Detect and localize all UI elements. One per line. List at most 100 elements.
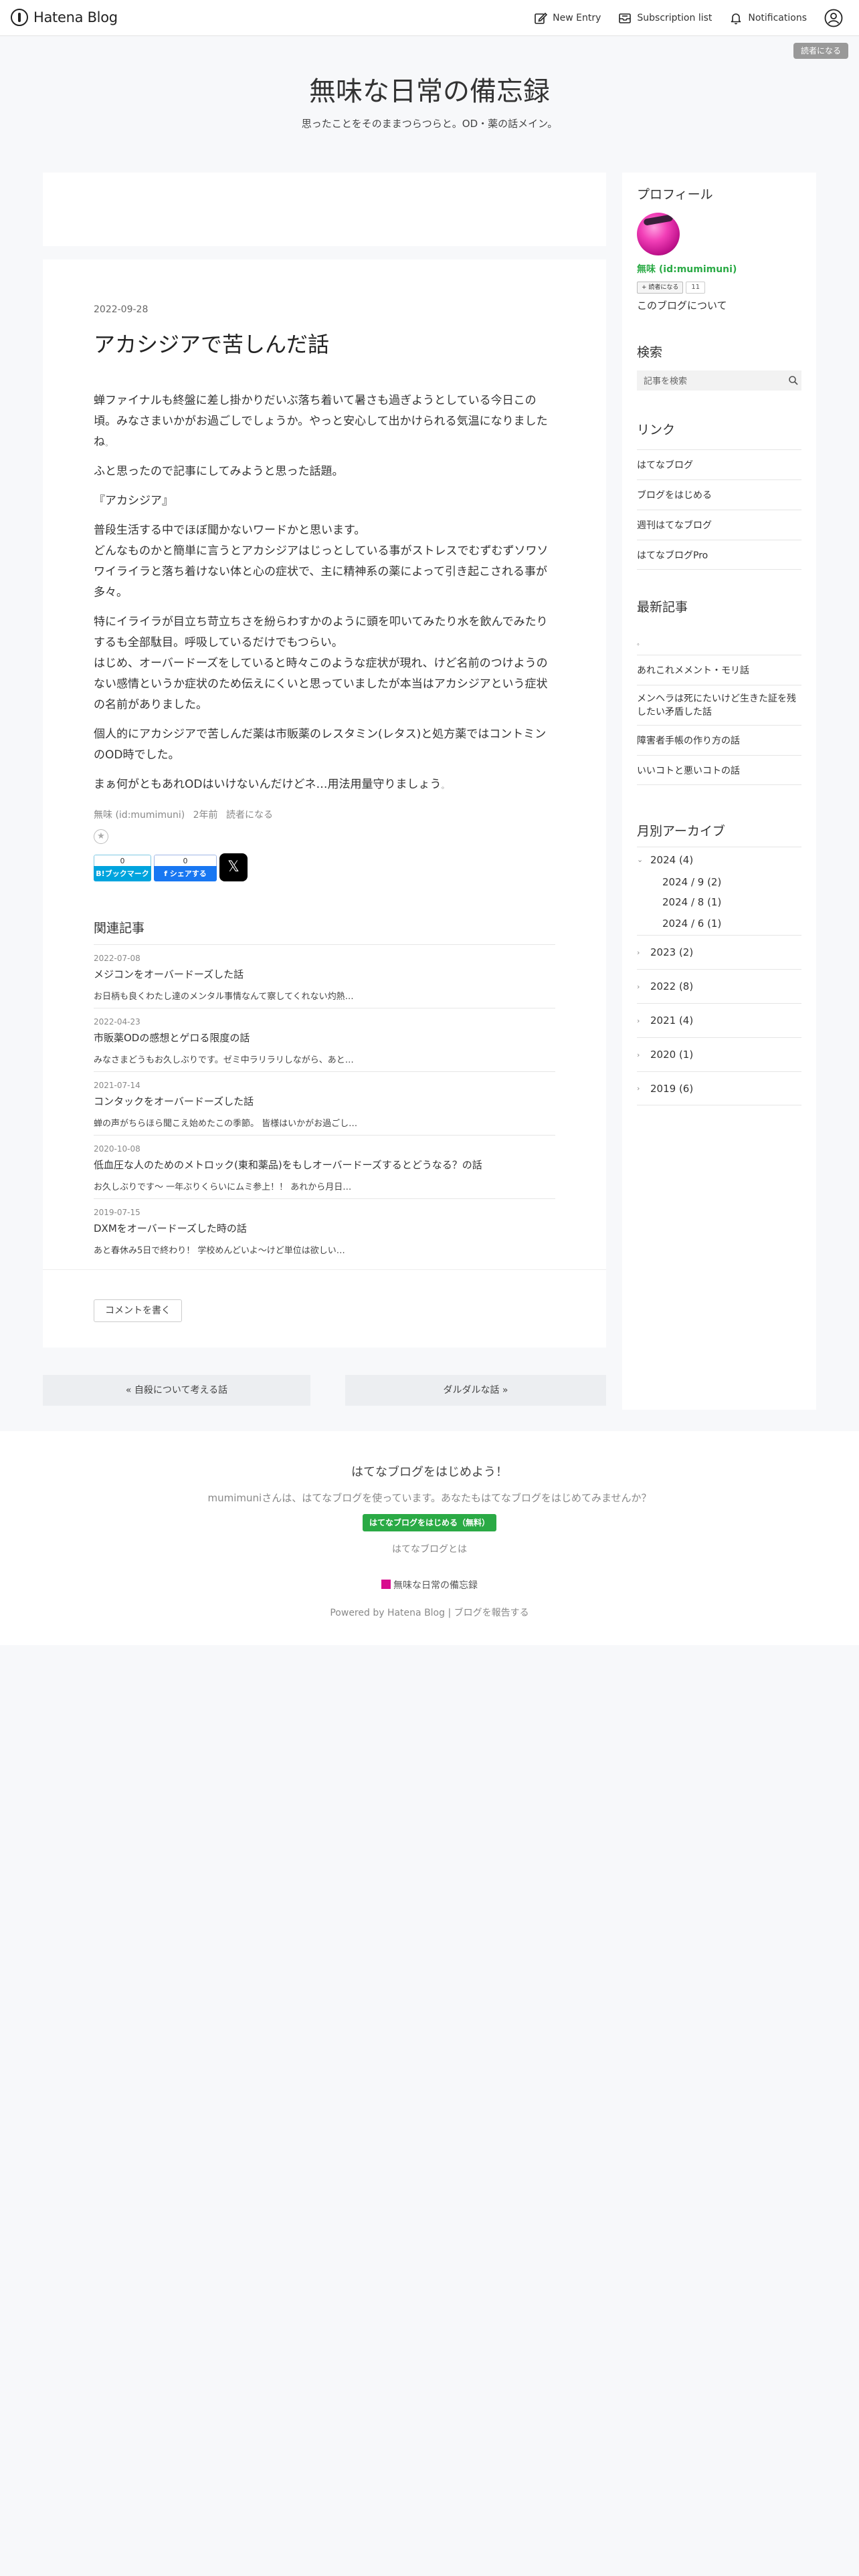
search-input[interactable] — [642, 374, 779, 389]
footer-blog-link[interactable]: 無味な日常の備忘録 — [0, 1578, 859, 1592]
archive-list: ⌄ 2024 (4) 2024 / 9 (2) 2024 / 8 (1) 202… — [637, 847, 801, 1105]
sidebar: プロフィール 無味 (id:mumimuni) + 読者になる 11 このブログ… — [622, 173, 816, 1410]
related-entry-title[interactable]: コンタックをオーバードーズした話 — [94, 1094, 555, 1108]
chevron-right-icon: › — [637, 1050, 640, 1059]
entry-title[interactable]: アカシジアで苦しんだ話 — [94, 328, 329, 358]
related-entry[interactable]: 2022-04-23 市販薬ODの感想とゲロる限度の話 みなさまどうもお久しぶり… — [94, 1008, 555, 1071]
x-share-icon[interactable]: 𝕏 — [219, 853, 248, 881]
footer: はてなブログをはじめよう！ mumimuniさんは、はてなブログを使っています。… — [0, 1431, 859, 1645]
links-list: はてなブログ ブログをはじめる 週刊はてなブログ はてなブログPro — [637, 449, 801, 570]
entry-body: 蝉ファイナルも終盤に差し掛かりだいぶ落ち着いて暑さも過ぎようとしている今日この頃… — [94, 391, 553, 804]
facebook-share-label: f シェアする — [154, 866, 217, 881]
hatena-blog-logo[interactable]: Hatena Blog — [11, 9, 118, 26]
link-item[interactable]: はてなブログPro — [637, 540, 801, 570]
hatena-bookmark-button[interactable]: 0 B!ブックマーク — [94, 855, 151, 881]
link-item[interactable]: 週刊はてなブログ — [637, 510, 801, 540]
related-entry-title[interactable]: メジコンをオーバードーズした話 — [94, 967, 555, 981]
related-entry-date: 2021-07-14 — [94, 1081, 140, 1090]
facebook-share-button[interactable]: 0 f シェアする — [154, 855, 217, 881]
entry-paragraph: 個人的にアカシジアで苦しんだ薬は市販薬のレスタミン(レタス)と処方薬ではコントミ… — [94, 728, 547, 762]
profile-name[interactable]: 無味 (id:mumimuni) — [637, 262, 737, 276]
archive-year[interactable]: › 2019 (6) — [637, 1071, 801, 1105]
recent-entry-item[interactable]: あれこれメメント・モリ話 — [637, 655, 801, 685]
new-entry-link[interactable]: New Entry — [534, 11, 601, 25]
entry-reader-link[interactable]: 読者になる — [226, 810, 273, 821]
entry-date[interactable]: 2022-09-28 — [94, 304, 148, 315]
about-hatena-blog-link[interactable]: はてなブログとは — [0, 1542, 859, 1555]
chevron-right-icon: › — [637, 1016, 640, 1025]
related-entry-title[interactable]: DXMをオーバードーズした時の話 — [94, 1221, 555, 1235]
write-comment-button[interactable]: コメントを書く — [94, 1299, 182, 1322]
related-entry-snippet: 蝉の声がちらほら聞こえ始めたこの季節。 皆様はいかがお過ごし… — [94, 1119, 358, 1129]
related-entry[interactable]: 2019-07-15 DXMをオーバードーズした時の話 あと春休み5日で終わり！… — [94, 1198, 555, 1262]
related-entry-title[interactable]: 市販薬ODの感想とゲロる限度の話 — [94, 1031, 555, 1045]
archive-year-label: 2020 (1) — [650, 1049, 694, 1061]
archive-month[interactable]: 2024 / 6 (1) — [637, 912, 801, 935]
related-entry-date: 2022-07-08 — [94, 954, 140, 963]
archive-year-open[interactable]: ⌄ 2024 (4) — [637, 847, 801, 872]
reader-widget: + 読者になる 11 — [637, 282, 706, 294]
related-entry[interactable]: 2021-07-14 コンタックをオーバードーズした話 蝉の声がちらほら聞こえ始… — [94, 1071, 555, 1135]
powered-by-text[interactable]: Powered by Hatena Blog | ブログを報告する — [0, 1606, 859, 1619]
entry-footer-meta: 無味 (id:mumimuni) 2年前 読者になる — [94, 808, 278, 821]
archive-year[interactable]: › 2022 (8) — [637, 969, 801, 1003]
about-blog-link[interactable]: このブログについて — [637, 298, 727, 312]
blog-title[interactable]: 無味な日常の備忘録 — [0, 70, 859, 108]
related-entry-title[interactable]: 低血圧な人のためのメトロック(東和薬品)をもしオーバードーズするとどうなる？の話 — [94, 1158, 555, 1172]
entry-author[interactable]: 無味 (id:mumimuni) — [94, 810, 185, 821]
archive-year[interactable]: › 2020 (1) — [637, 1037, 801, 1071]
related-entry[interactable]: 2022-07-08 メジコンをオーバードーズした話 お日柄も良くわたし達のメン… — [94, 944, 555, 1008]
recent-entry-item[interactable]: 𓈒 — [637, 625, 801, 655]
recent-list: 𓈒 あれこれメメント・モリ話 メンヘラは死にたいけど生きた証を残したい矛盾した話… — [637, 625, 801, 785]
blog-favicon-icon — [381, 1580, 391, 1589]
related-entries-list: 2022-07-08 メジコンをオーバードーズした話 お日柄も良くわたし達のメン… — [94, 944, 555, 1262]
add-star-icon[interactable]: ★ — [94, 829, 108, 844]
global-header: Hatena Blog New Entry Subscription list … — [0, 0, 859, 36]
hatena-logo-icon — [11, 9, 28, 26]
archive-month[interactable]: 2024 / 8 (1) — [637, 892, 801, 912]
related-entry-date: 2020-10-08 — [94, 1144, 140, 1154]
notifications-label: Notifications — [748, 13, 807, 23]
footer-title: はてなブログをはじめよう！ — [351, 1465, 508, 1479]
profile-title: プロフィール — [637, 187, 713, 202]
logo-text: Hatena Blog — [33, 9, 118, 25]
archive-year[interactable]: › 2021 (4) — [637, 1003, 801, 1037]
subscribe-small-button[interactable]: + 読者になる — [637, 282, 684, 294]
hatena-bookmark-count: 0 — [94, 855, 151, 866]
related-entries-title: 関連記事 — [94, 921, 145, 936]
link-item[interactable]: ブログをはじめる — [637, 479, 801, 510]
archive-month[interactable]: 2024 / 9 (2) — [637, 872, 801, 892]
profile-avatar[interactable] — [637, 213, 680, 255]
recent-title: 最新記事 — [637, 600, 688, 615]
entry-card: 2022-09-28 アカシジアで苦しんだ話 蝉ファイナルも終盤に差し掛かりだい… — [43, 259, 606, 1348]
related-entry[interactable]: 2020-10-08 低血圧な人のためのメトロック(東和薬品)をもしオーバードー… — [94, 1135, 555, 1198]
entry-relative-time[interactable]: 2年前 — [193, 810, 218, 821]
footer-invite-text: mumimuniさんは、はてなブログを使っています。あなたもはてなブログをはじめ… — [207, 1492, 652, 1504]
reader-count[interactable]: 11 — [686, 282, 706, 294]
bell-icon — [731, 13, 741, 25]
chevron-right-icon: › — [637, 948, 640, 957]
related-entry-snippet: あと春休み5日で終わり！ 学校めんどいよ〜けど単位は欲しい… — [94, 1246, 345, 1256]
entry-paragraph: ふと思ったので記事にしてみようと思った話題。 — [94, 465, 344, 478]
start-blog-button[interactable]: はてなブログをはじめる（無料） — [363, 1514, 496, 1531]
related-entry-snippet: お日柄も良くわたし達のメンタル事情なんて察してくれない灼熱… — [94, 992, 354, 1002]
link-item[interactable]: はてなブログ — [637, 449, 801, 479]
subscription-list-link[interactable]: Subscription list — [618, 11, 712, 25]
subscribe-button[interactable]: 読者になる — [793, 43, 848, 59]
entry-paragraph: 蝉ファイナルも終盤に差し掛かりだいぶ落ち着いて暑さも過ぎようとしている今日この頃… — [94, 394, 548, 449]
search-title: 検索 — [637, 345, 663, 360]
notifications-link[interactable]: Notifications — [729, 11, 807, 25]
archive-year[interactable]: › 2023 (2) — [637, 935, 801, 969]
inbox-icon — [619, 13, 632, 23]
next-entry-link[interactable]: ダルダルな話 » — [345, 1375, 606, 1406]
prev-entry-link[interactable]: « 自殺について考える話 — [43, 1375, 310, 1406]
recent-entry-item[interactable]: いいコトと悪いコトの話 — [637, 755, 801, 785]
search-icon[interactable] — [788, 375, 799, 386]
recent-entry-item[interactable]: メンヘラは死にたいけど生きた証を残したい矛盾した話 — [637, 685, 801, 725]
chevron-down-icon: ⌄ — [637, 855, 644, 864]
archive-year-label: 2024 (4) — [650, 853, 694, 866]
archive-year-label: 2023 (2) — [650, 946, 694, 958]
chevron-right-icon: › — [637, 1084, 640, 1093]
recent-entry-item[interactable]: 障害者手帳の作り方の話 — [637, 725, 801, 755]
user-account-icon[interactable] — [824, 9, 843, 27]
